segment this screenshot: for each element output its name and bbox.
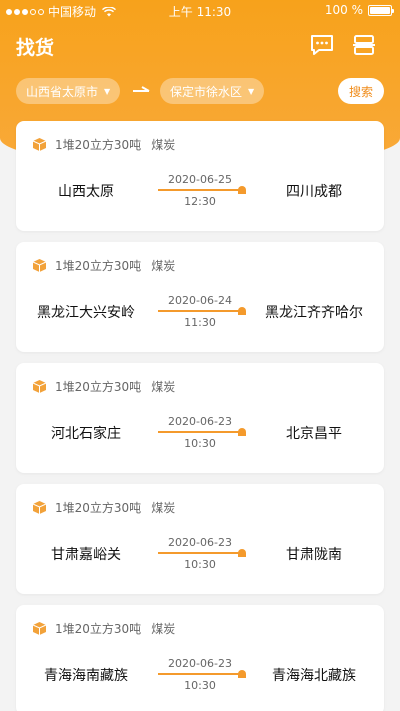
box-icon	[32, 622, 47, 635]
cargo-type: 煤炭	[151, 138, 176, 152]
route-filter: 山西省太原市 ▼ 保定市徐水区 ▼ 搜索	[16, 78, 384, 104]
origin-city: 青海海南藏族	[44, 668, 128, 684]
destination-city: 黑龙江齐齐哈尔	[265, 305, 363, 321]
route-time: 11:30	[184, 316, 216, 329]
box-icon	[32, 501, 47, 514]
destination-city: 四川成都	[286, 184, 342, 200]
origin-select[interactable]: 山西省太原市 ▼	[16, 78, 121, 104]
cargo-volume: 1堆20立方30吨	[55, 380, 142, 394]
battery-percent: 100 %	[324, 3, 363, 17]
origin-city: 河北石家庄	[51, 426, 121, 442]
cargo-info: 1堆20立方30吨 煤炭	[32, 499, 175, 516]
cargo-type: 煤炭	[151, 259, 176, 273]
destination-select[interactable]: 保定市徐水区 ▼	[160, 78, 265, 104]
box-icon	[32, 138, 47, 151]
origin-city: 山西太原	[58, 184, 114, 200]
route-line	[158, 428, 246, 436]
battery-icon	[368, 4, 394, 16]
route-time: 10:30	[184, 558, 216, 571]
cargo-volume: 1堆20立方30吨	[55, 138, 142, 152]
cargo-volume: 1堆20立方30吨	[55, 501, 142, 515]
cargo-type: 煤炭	[151, 622, 176, 636]
status-bar: 中国移动 上午 11:30 100 %	[0, 0, 400, 22]
route-date: 2020-06-25	[168, 173, 232, 186]
route-date: 2020-06-23	[168, 536, 232, 549]
route-line	[158, 549, 246, 557]
cargo-card[interactable]: 1堆20立方30吨 煤炭 河北石家庄 2020-06-23 10:30 北京昌平	[16, 363, 384, 473]
scan-icon[interactable]	[352, 34, 376, 56]
origin-city: 甘肃嘉峪关	[51, 547, 121, 563]
page-title: 找货	[16, 37, 55, 59]
origin-label: 山西省太原市	[26, 84, 99, 99]
route-time: 10:30	[184, 437, 216, 450]
route-line	[158, 186, 246, 194]
destination-city: 青海海北藏族	[272, 668, 356, 684]
route-date: 2020-06-23	[168, 657, 232, 670]
destination-label: 保定市徐水区	[170, 84, 243, 99]
cargo-type: 煤炭	[151, 501, 176, 515]
route-date: 2020-06-23	[168, 415, 232, 428]
box-icon	[32, 380, 47, 393]
chat-bubble-icon[interactable]	[310, 34, 334, 56]
route-time: 12:30	[184, 195, 216, 208]
route-arrow-icon	[133, 86, 150, 92]
cargo-info: 1堆20立方30吨 煤炭	[32, 378, 175, 395]
destination-city: 北京昌平	[286, 426, 342, 442]
cargo-card[interactable]: 1堆20立方30吨 煤炭 青海海南藏族 2020-06-23 10:30 青海海…	[16, 605, 384, 711]
cargo-info: 1堆20立方30吨 煤炭	[32, 136, 175, 153]
cargo-volume: 1堆20立方30吨	[55, 622, 142, 636]
route-date: 2020-06-24	[168, 294, 232, 307]
cargo-type: 煤炭	[151, 380, 176, 394]
cargo-volume: 1堆20立方30吨	[55, 259, 142, 273]
destination-city: 甘肃陇南	[286, 547, 342, 563]
route-line	[158, 670, 246, 678]
cargo-info: 1堆20立方30吨 煤炭	[32, 620, 175, 637]
origin-city: 黑龙江大兴安岭	[37, 305, 135, 321]
box-icon	[32, 259, 47, 272]
cargo-info: 1堆20立方30吨 煤炭	[32, 257, 175, 274]
caret-down-icon: ▼	[104, 86, 111, 96]
caret-down-icon: ▼	[248, 86, 255, 96]
search-button[interactable]: 搜索	[338, 78, 384, 104]
cargo-card[interactable]: 1堆20立方30吨 煤炭 甘肃嘉峪关 2020-06-23 10:30 甘肃陇南	[16, 484, 384, 594]
cargo-card[interactable]: 1堆20立方30吨 煤炭 黑龙江大兴安岭 2020-06-24 11:30 黑龙…	[16, 242, 384, 352]
status-right: 100 %	[324, 3, 394, 17]
route-line	[158, 307, 246, 315]
route-time: 10:30	[184, 679, 216, 692]
cargo-card[interactable]: 1堆20立方30吨 煤炭 山西太原 2020-06-25 12:30 四川成都	[16, 121, 384, 231]
